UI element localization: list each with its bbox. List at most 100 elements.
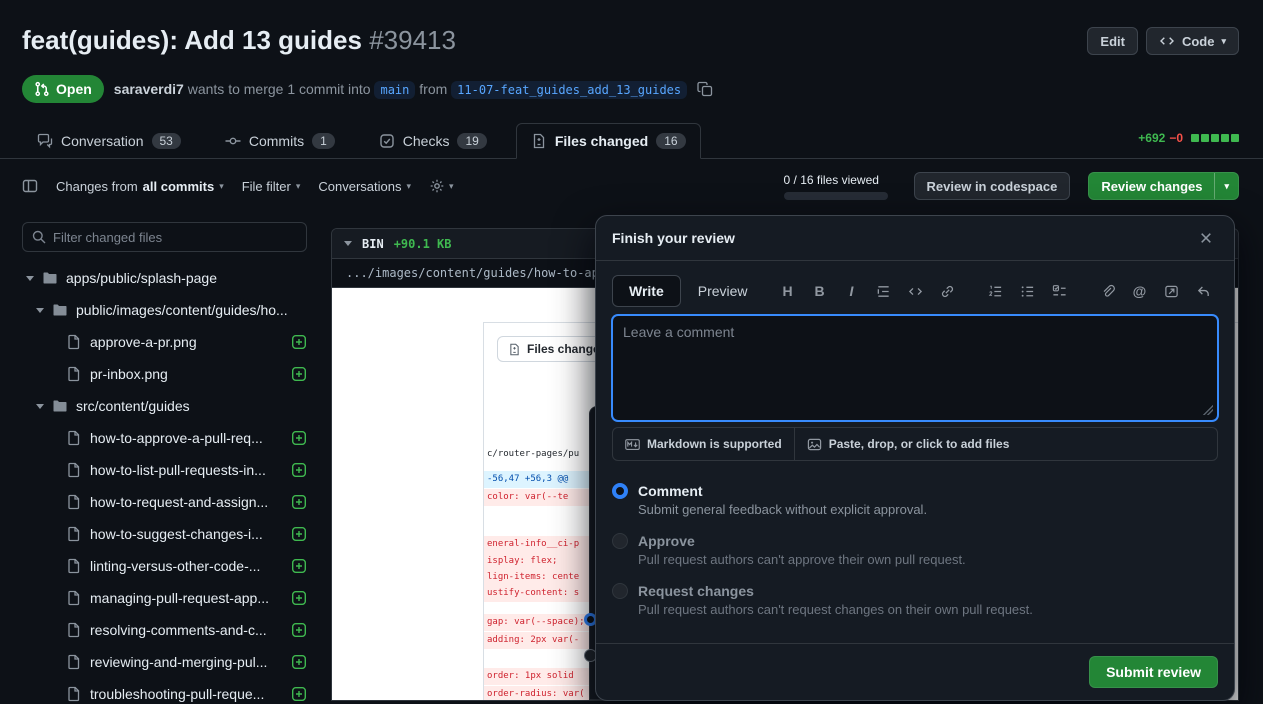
code-button-md[interactable]	[901, 277, 930, 305]
tab-count: 16	[656, 133, 685, 149]
tab-count: 1	[312, 133, 335, 149]
files-toolbar: Changes from all commits ▾ File filter ▾…	[0, 159, 1263, 210]
tree-folder[interactable]: src/content/guides	[22, 390, 307, 422]
file-filter-dropdown[interactable]: File filter ▾	[242, 179, 301, 194]
numbered-list-button[interactable]	[981, 277, 1010, 305]
tree-file[interactable]: how-to-request-and-assign...	[22, 486, 307, 518]
tree-file[interactable]: approve-a-pr.png	[22, 326, 307, 358]
tree-file[interactable]: how-to-approve-a-pull-req...	[22, 422, 307, 454]
editor-footer-bar: Markdown is supported Paste, drop, or cl…	[612, 427, 1218, 461]
quote-button[interactable]	[869, 277, 898, 305]
tree-file[interactable]: resolving-comments-and-c...	[22, 614, 307, 646]
radio-checked-icon[interactable]	[612, 483, 628, 499]
reply-icon	[1196, 284, 1211, 299]
saved-replies-button[interactable]	[1189, 277, 1218, 305]
tree-file[interactable]: reviewing-and-merging-pul...	[22, 646, 307, 678]
chevron-down-icon: ▾	[1221, 37, 1226, 46]
sidebar-toggle-button[interactable]	[22, 178, 38, 194]
diff-added-icon	[291, 590, 307, 606]
file-icon	[66, 462, 82, 478]
tree-folder[interactable]: public/images/content/guides/ho...	[22, 294, 307, 326]
base-branch-label[interactable]: main	[374, 81, 415, 99]
files-viewed-progress	[784, 192, 888, 200]
chevron-down-icon: ▾	[449, 182, 454, 191]
tab-files-changed[interactable]: Files changed 16	[516, 123, 701, 159]
task-list-button[interactable]	[1045, 277, 1074, 305]
chevron-down-icon	[26, 276, 34, 281]
tree-file[interactable]: linting-versus-other-code-...	[22, 550, 307, 582]
folder-icon	[52, 398, 68, 414]
bold-button[interactable]: B	[805, 277, 834, 305]
review-in-codespace-button[interactable]: Review in codespace	[914, 172, 1071, 200]
files-viewed-block: 0 / 16 files viewed	[784, 173, 888, 200]
markdown-supported-link[interactable]: Markdown is supported	[613, 428, 794, 460]
heading-button[interactable]: H	[773, 277, 802, 305]
attach-file-button[interactable]	[1093, 277, 1122, 305]
tree-file[interactable]: pr-inbox.png	[22, 358, 307, 390]
tree-file[interactable]: troubleshooting-pull-reque...	[22, 678, 307, 704]
bullet-list-button[interactable]	[1013, 277, 1042, 305]
diff-added-icon	[291, 430, 307, 446]
diff-added-icon	[291, 334, 307, 350]
tab-checks[interactable]: Checks 19	[364, 123, 502, 159]
diff-settings-dropdown[interactable]: ▾	[429, 178, 454, 194]
dialog-footer: Submit review	[596, 643, 1234, 700]
close-button[interactable]	[1194, 226, 1218, 250]
edit-button[interactable]: Edit	[1087, 27, 1138, 55]
tree-file[interactable]: how-to-list-pull-requests-in...	[22, 454, 307, 486]
tab-preview[interactable]: Preview	[681, 275, 765, 307]
comment-textarea[interactable]	[612, 315, 1218, 421]
italic-button[interactable]: I	[837, 277, 866, 305]
file-icon	[66, 430, 82, 446]
option-comment[interactable]: Comment Submit general feedback without …	[612, 481, 1218, 519]
radio-disabled-icon	[612, 533, 628, 549]
mention-button[interactable]: @	[1125, 277, 1154, 305]
chevron-down-icon[interactable]	[344, 241, 352, 246]
task-list-icon	[1052, 284, 1067, 299]
submit-review-button[interactable]: Submit review	[1089, 656, 1218, 688]
tab-conversation[interactable]: Conversation 53	[22, 123, 196, 159]
conversations-dropdown[interactable]: Conversations ▾	[318, 179, 411, 194]
filter-files-input[interactable]	[22, 222, 307, 252]
file-filter-wrap	[22, 222, 307, 252]
file-tree-sidebar: apps/public/splash-page public/images/co…	[0, 210, 331, 704]
head-branch-label[interactable]: 11-07-feat_guides_add_13_guides	[451, 81, 687, 99]
copy-branch-button[interactable]	[697, 81, 713, 97]
pull-request-icon	[34, 81, 50, 97]
tab-write[interactable]: Write	[612, 275, 681, 307]
sidebar-toggle-icon	[22, 178, 38, 194]
tab-commits[interactable]: Commits 1	[210, 123, 350, 159]
file-icon	[66, 590, 82, 606]
radio-disabled-icon	[612, 583, 628, 599]
review-changes-button[interactable]: Review changes ▾	[1088, 172, 1239, 200]
author-link[interactable]: saraverdi7	[114, 81, 184, 97]
page-title: feat(guides): Add 13 guides #39413	[22, 24, 1239, 57]
tree-file[interactable]: how-to-suggest-changes-i...	[22, 518, 307, 550]
review-type-options: Comment Submit general feedback without …	[612, 481, 1218, 619]
gear-icon	[429, 178, 445, 194]
option-approve: Approve Pull request authors can't appro…	[612, 531, 1218, 569]
changes-from-dropdown[interactable]: Changes from all commits ▾	[56, 179, 224, 194]
dialog-body: Write Preview H B I @	[596, 261, 1234, 619]
diff-added-icon	[291, 526, 307, 542]
code-button[interactable]: Code ▾	[1146, 27, 1239, 55]
tree-folder[interactable]: apps/public/splash-page	[22, 262, 307, 294]
attach-files-link[interactable]: Paste, drop, or click to add files	[795, 428, 1022, 460]
file-tree: apps/public/splash-page public/images/co…	[22, 262, 307, 704]
markdown-toolbar: H B I @	[773, 277, 1218, 305]
cross-reference-button[interactable]	[1157, 277, 1186, 305]
tab-count: 19	[457, 133, 486, 149]
file-icon	[66, 558, 82, 574]
diffstat-deletions: −0	[1169, 131, 1183, 145]
file-size-change: +90.1 KB	[394, 237, 452, 251]
link-button[interactable]	[933, 277, 962, 305]
review-changes-caret[interactable]: ▾	[1214, 173, 1238, 199]
chevron-down-icon: ▾	[296, 182, 301, 191]
file-icon	[66, 622, 82, 638]
chevron-down-icon: ▾	[406, 182, 411, 191]
close-icon	[1198, 230, 1214, 246]
finish-review-dialog: Finish your review Write Preview H B I	[595, 215, 1235, 701]
github-pr-files-page: feat(guides): Add 13 guides #39413 Edit …	[0, 0, 1263, 704]
pr-number: #39413	[369, 25, 456, 55]
tree-file[interactable]: managing-pull-request-app...	[22, 582, 307, 614]
